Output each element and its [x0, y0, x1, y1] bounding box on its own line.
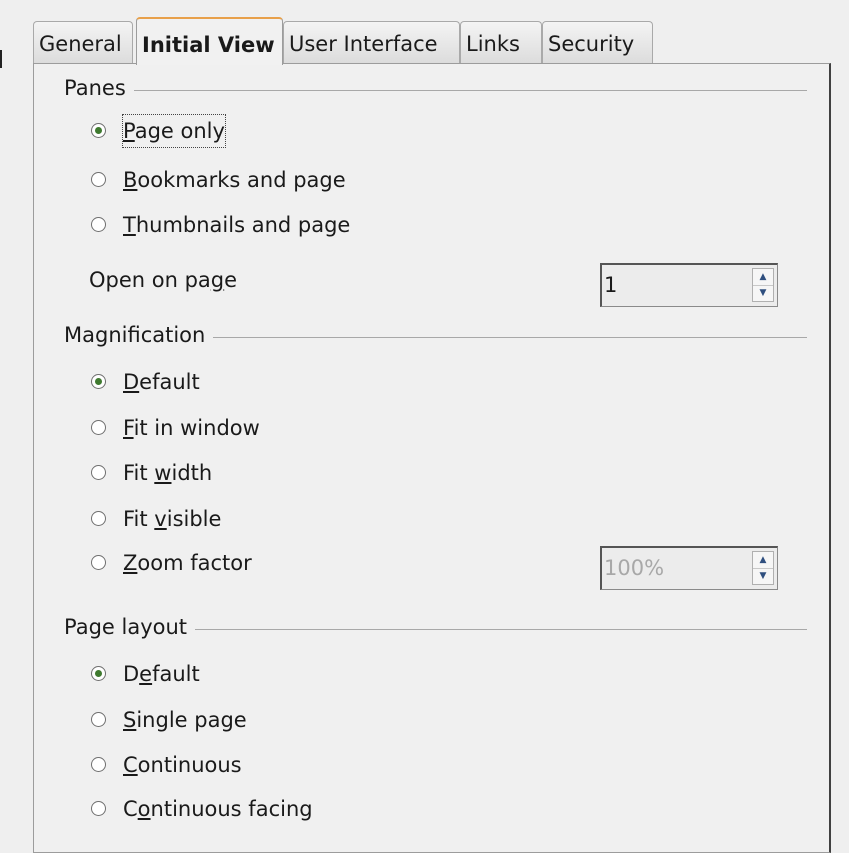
- zoom-factor-input: [602, 548, 742, 588]
- tab-links[interactable]: Links: [460, 21, 542, 63]
- panes-heading: Panes: [64, 76, 134, 100]
- option-label: Thumbnails and page: [123, 213, 351, 237]
- tab-initial-view[interactable]: Initial View: [136, 17, 283, 65]
- panes-separator: [64, 90, 807, 91]
- zoom-factor-spinbox: ▲ ▼: [600, 546, 778, 590]
- open-on-page-label: Open on page: [89, 268, 238, 292]
- option-label: Default: [123, 370, 200, 394]
- spin-buttons: ▲ ▼: [752, 268, 774, 302]
- open-on-page-input[interactable]: [602, 265, 742, 305]
- radio-icon: [91, 465, 106, 480]
- option-label: Single page: [123, 708, 247, 732]
- spin-up-icon: ▲: [753, 552, 773, 569]
- spin-buttons: ▲ ▼: [752, 551, 774, 585]
- radio-selected-icon: [91, 374, 106, 389]
- open-on-page-spinbox: ▲ ▼: [600, 263, 778, 307]
- radio-selected-icon: [91, 666, 106, 681]
- tab-user-interface[interactable]: User Interface: [283, 21, 460, 63]
- radio-icon: [91, 801, 106, 816]
- spin-down-icon: ▼: [759, 571, 767, 581]
- page-layout-heading: Page layout: [64, 615, 196, 639]
- spin-up-icon[interactable]: ▲: [753, 269, 773, 286]
- option-label: Default: [123, 662, 200, 686]
- tab-general[interactable]: General: [33, 21, 133, 63]
- tab-security[interactable]: Security: [542, 21, 653, 63]
- option-label: Continuous facing: [123, 797, 313, 821]
- radio-icon: [91, 217, 106, 232]
- option-label: Fit visible: [123, 507, 222, 531]
- radio-selected-icon: [91, 123, 106, 138]
- radio-icon: [91, 757, 106, 772]
- option-label: Page only: [122, 114, 226, 148]
- option-label: Fit in window: [123, 416, 260, 440]
- spin-down-icon[interactable]: ▼: [753, 285, 773, 301]
- radio-icon: [91, 555, 106, 570]
- option-label: Zoom factor: [123, 551, 252, 575]
- magnification-heading: Magnification: [64, 323, 214, 347]
- option-label: Fit width: [123, 461, 213, 485]
- radio-icon: [91, 511, 106, 526]
- initial-view-panel: Panes Page only Bookmarks and page Thumb…: [33, 63, 831, 853]
- radio-icon: [91, 420, 106, 435]
- window-edge-marker: [0, 50, 2, 68]
- radio-icon: [91, 172, 106, 187]
- radio-icon: [91, 712, 106, 727]
- option-label: Bookmarks and page: [123, 168, 346, 192]
- option-label: Continuous: [123, 753, 242, 777]
